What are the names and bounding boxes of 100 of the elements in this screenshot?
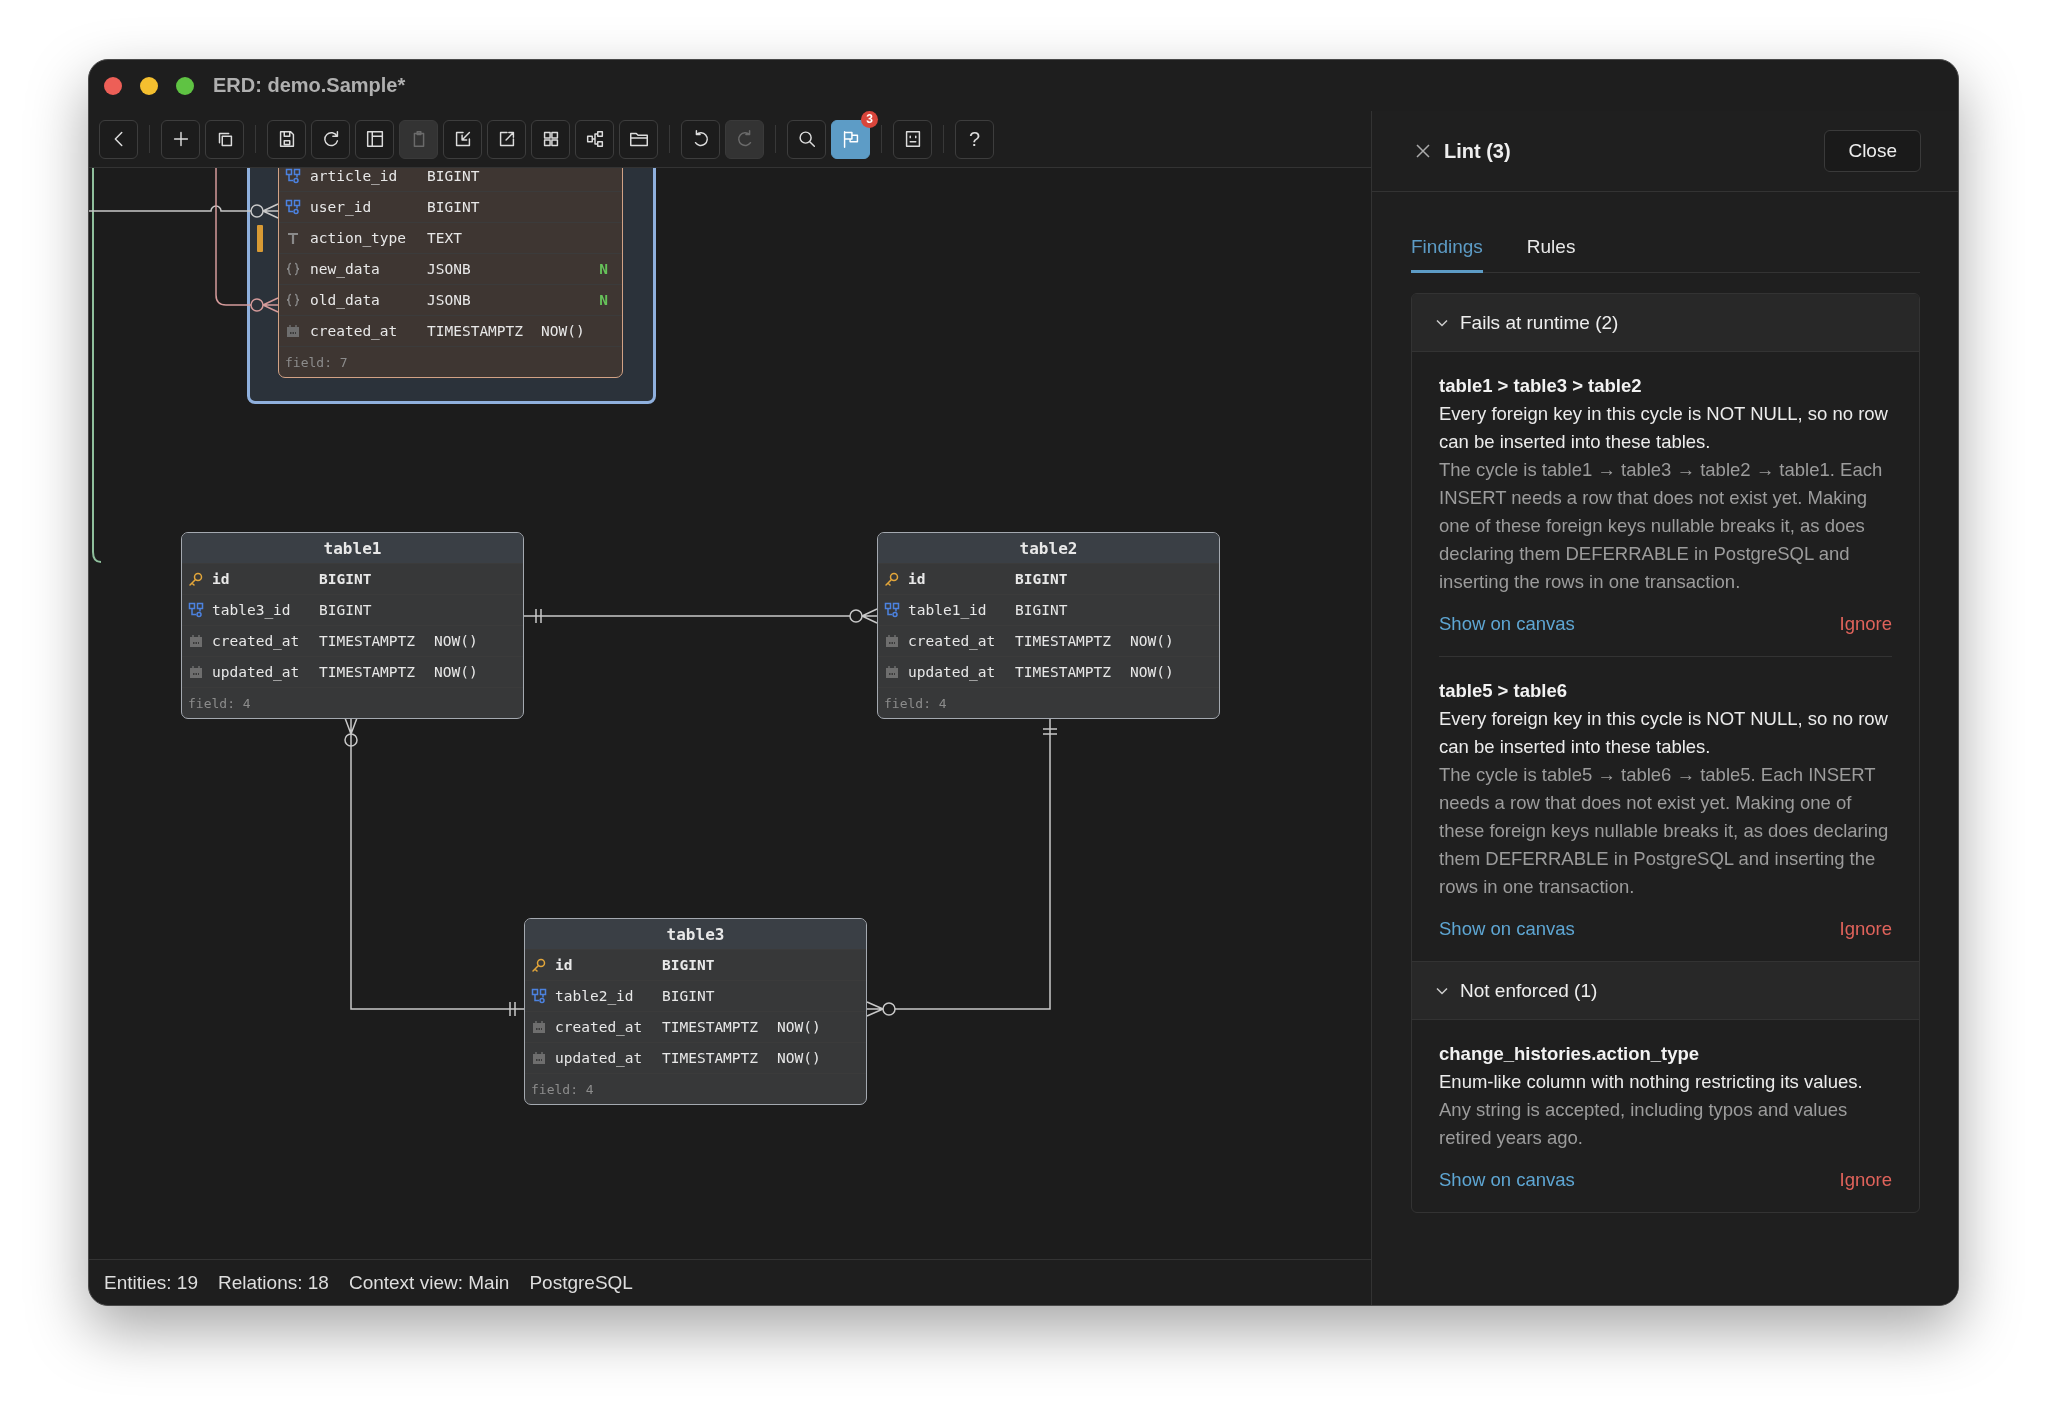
- column-type: BIGINT: [662, 988, 716, 1004]
- column-name: updated_at: [555, 1050, 644, 1066]
- column-type: TIMESTAMPTZ: [427, 323, 525, 339]
- column-name: created_at: [212, 633, 301, 649]
- key-icon: [188, 571, 204, 587]
- column-name: created_at: [555, 1019, 644, 1035]
- show-on-canvas-link[interactable]: Show on canvas: [1439, 610, 1575, 638]
- toolbar-button[interactable]: [681, 119, 720, 159]
- toolbar-button[interactable]: [311, 119, 350, 159]
- show-on-canvas-link[interactable]: Show on canvas: [1439, 915, 1575, 943]
- finding-title: table1 > table3 > table2: [1439, 374, 1643, 398]
- column-default: NOW(): [1130, 664, 1175, 680]
- group-header[interactable]: Not enforced (1): [1412, 961, 1919, 1020]
- ignore-link[interactable]: Ignore: [1839, 1166, 1892, 1194]
- tab[interactable]: Findings: [1411, 236, 1483, 273]
- column-type: TIMESTAMPTZ: [319, 633, 417, 649]
- column-name: id: [212, 571, 231, 587]
- braces-icon: [285, 261, 301, 277]
- finding-detail: The cycle is table1 → table3 → table2 → table1. Each INSERT needs a row that does not exist yet. Making one of these foreign keys nullable breaks it, as does declaring them DEFERRABLE in PostgreSQL and inserting the rows in one transaction.: [1439, 458, 1884, 594]
- status-text: Relations: 18: [218, 1271, 329, 1294]
- column-name: article_id: [310, 168, 399, 184]
- status-text: PostgreSQL: [529, 1271, 633, 1294]
- group-header[interactable]: Fails at runtime (2): [1412, 294, 1919, 352]
- column-type: BIGINT: [1015, 571, 1069, 587]
- field-count: field: 7: [285, 354, 348, 370]
- column-type: BIGINT: [427, 168, 481, 184]
- toolbar-button[interactable]: [619, 119, 658, 159]
- status-text: Context view: Main: [348, 1271, 510, 1294]
- column-type: TEXT: [427, 230, 463, 246]
- tab[interactable]: Rules: [1526, 236, 1576, 273]
- table-title: table1: [182, 533, 523, 563]
- toolbar-button[interactable]: [893, 119, 932, 159]
- window-title: ERD: demo.Sample*: [213, 74, 406, 97]
- calendar-icon: [531, 1019, 547, 1035]
- toolbar-button[interactable]: [205, 119, 244, 159]
- field-count: field: 4: [531, 1081, 594, 1097]
- table-title: table2: [878, 533, 1219, 563]
- foreign-key-icon: [884, 602, 900, 618]
- table-title: table3: [525, 919, 866, 949]
- close-button[interactable]: Close: [1824, 130, 1921, 172]
- column-type: BIGINT: [319, 571, 373, 587]
- ignore-link[interactable]: Ignore: [1839, 915, 1892, 943]
- column-type: TIMESTAMPTZ: [1015, 664, 1113, 680]
- key-icon: [884, 571, 900, 587]
- column-name: table2_id: [555, 988, 635, 1004]
- key-icon: [531, 957, 547, 973]
- column-default: NOW(): [434, 633, 479, 649]
- toolbar-button[interactable]: [531, 119, 570, 159]
- calendar-icon: [188, 664, 204, 680]
- show-on-canvas-link[interactable]: Show on canvas: [1439, 1166, 1575, 1194]
- braces-icon: [285, 292, 301, 308]
- toolbar-button[interactable]: [487, 119, 526, 159]
- finding-detail: Any string is accepted, including typos and values retired years ago.: [1439, 1098, 1849, 1150]
- column-type: TIMESTAMPTZ: [1015, 633, 1113, 649]
- column-name: new_data: [310, 261, 381, 277]
- column-default: NOW(): [777, 1019, 822, 1035]
- table-card[interactable]: table3 id BIGINT table2_id BIGINT created_at TIMESTAMPTZ NOW() updated_at TIMESTAMPTZ NOW() field: 4: [524, 918, 867, 1105]
- toolbar-button[interactable]: [355, 119, 394, 159]
- table-card[interactable]: table2 id BIGINT table1_id BIGINT created_at TIMESTAMPTZ NOW() updated_at TIMESTAMPTZ NOW() field: 4: [877, 532, 1220, 719]
- column-name: created_at: [908, 633, 997, 649]
- calendar-icon: [188, 633, 204, 649]
- group-title: Not enforced (1): [1460, 979, 1598, 1002]
- column-default: NOW(): [1130, 633, 1175, 649]
- field-count: field: 4: [188, 695, 251, 711]
- toolbar-button[interactable]: [161, 119, 200, 159]
- ignore-link[interactable]: Ignore: [1839, 610, 1892, 638]
- group-title: Fails at runtime (2): [1460, 311, 1619, 334]
- toolbar-button[interactable]: [443, 119, 482, 159]
- column-type: BIGINT: [662, 957, 716, 973]
- help-button[interactable]: ?: [955, 119, 994, 159]
- column-default: NOW(): [434, 664, 479, 680]
- calendar-icon: [884, 633, 900, 649]
- field-count: field: 4: [884, 695, 947, 711]
- toolbar-button[interactable]: [267, 119, 306, 159]
- foreign-key-icon: [531, 988, 547, 1004]
- column-type: JSONB: [427, 292, 472, 308]
- close-window-button[interactable]: [104, 76, 122, 95]
- text-type-icon: [285, 230, 301, 246]
- foreign-key-icon: [285, 199, 301, 215]
- column-name: id: [908, 571, 927, 587]
- column-type: TIMESTAMPTZ: [662, 1050, 760, 1066]
- nullable-mark: N: [599, 261, 608, 277]
- column-type: TIMESTAMPTZ: [319, 664, 417, 680]
- foreign-key-icon: [188, 602, 204, 618]
- toolbar-button[interactable]: [787, 119, 826, 159]
- foreign-key-icon: [285, 168, 301, 184]
- column-name: created_at: [310, 323, 399, 339]
- column-default: NOW(): [777, 1050, 822, 1066]
- zoom-window-button[interactable]: [176, 76, 194, 95]
- column-name: old_data: [310, 292, 381, 308]
- minimize-window-button[interactable]: [140, 76, 158, 95]
- column-type: JSONB: [427, 261, 472, 277]
- table-card[interactable]: table1 id BIGINT table3_id BIGINT created_at TIMESTAMPTZ NOW() updated_at TIMESTAMPTZ NOW() field: 4: [181, 532, 524, 719]
- finding-summary: Enum-like column with nothing restricting its values.: [1439, 1070, 1864, 1094]
- close-icon[interactable]: [1415, 143, 1431, 159]
- calendar-icon: [884, 664, 900, 680]
- toolbar-button[interactable]: [575, 119, 614, 159]
- column-name: id: [555, 957, 574, 973]
- nullable-mark: N: [599, 292, 608, 308]
- finding-title: table5 > table6: [1439, 679, 1569, 703]
